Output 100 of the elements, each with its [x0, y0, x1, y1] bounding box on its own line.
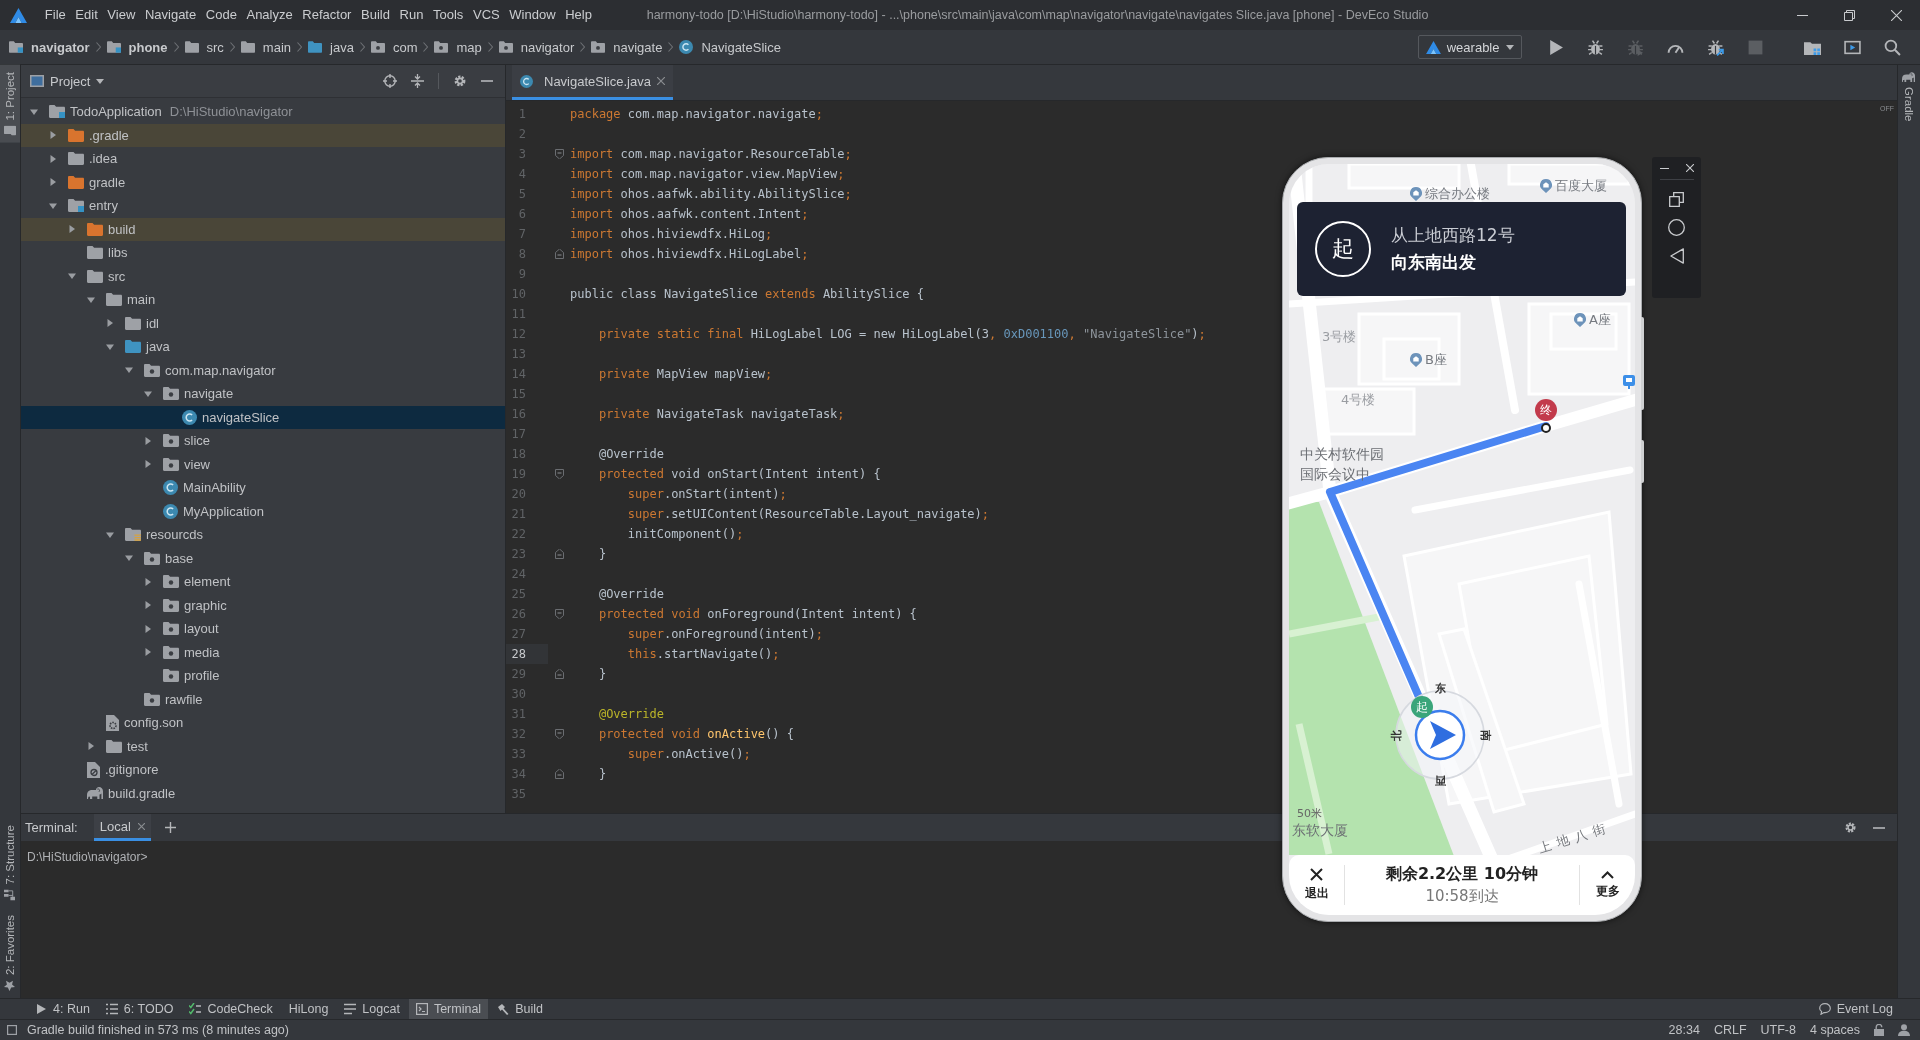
- menu-item[interactable]: Edit: [70, 5, 103, 25]
- fold-marker-icon[interactable]: [554, 549, 564, 559]
- caret-icon[interactable]: [87, 295, 95, 304]
- menu-item[interactable]: File: [40, 5, 71, 25]
- fold-marker-icon[interactable]: [554, 469, 564, 479]
- caret-icon[interactable]: [49, 178, 57, 187]
- caret-icon[interactable]: [144, 577, 152, 586]
- view-selector[interactable]: Project: [30, 73, 105, 89]
- caret-icon[interactable]: [49, 201, 57, 210]
- more-button[interactable]: 更多: [1580, 870, 1635, 900]
- tree-item[interactable]: build: [21, 217, 505, 241]
- square-icon[interactable]: [7, 1025, 17, 1035]
- caret-icon[interactable]: [125, 366, 133, 375]
- exit-button[interactable]: 退出: [1289, 868, 1344, 902]
- terminal-tab[interactable]: Local: [93, 814, 151, 841]
- lock-icon[interactable]: [1874, 1024, 1884, 1036]
- caret-icon[interactable]: [144, 389, 152, 398]
- tree-item[interactable]: com.map.navigator: [21, 358, 505, 382]
- breadcrumb-item[interactable]: NavigateSlice: [679, 39, 781, 55]
- search-icon[interactable]: [1883, 38, 1901, 56]
- settings-icon[interactable]: [453, 74, 467, 88]
- caret-icon[interactable]: [30, 107, 38, 116]
- caret-icon[interactable]: [68, 225, 76, 234]
- fold-marker-icon[interactable]: [554, 249, 564, 259]
- fold-marker-icon[interactable]: [554, 729, 564, 739]
- person-icon[interactable]: [1898, 1024, 1910, 1036]
- caret-icon[interactable]: [144, 460, 152, 469]
- tree-item[interactable]: gradle: [21, 170, 505, 194]
- menu-item[interactable]: Window: [504, 5, 561, 25]
- menu-item[interactable]: VCS: [468, 5, 505, 25]
- overlapping-squares-icon[interactable]: [1669, 192, 1684, 207]
- caret-icon[interactable]: [49, 154, 57, 163]
- caret-icon[interactable]: [144, 436, 152, 445]
- breadcrumb-item[interactable]: main: [240, 39, 292, 55]
- caret-icon[interactable]: [106, 342, 114, 351]
- tool-window-button[interactable]: CodeCheck: [182, 999, 280, 1019]
- breadcrumb-item[interactable]: phone: [106, 39, 168, 55]
- tree-item[interactable]: config.son: [21, 711, 505, 735]
- triangle-icon[interactable]: [1669, 248, 1684, 264]
- breadcrumb-item[interactable]: com: [370, 39, 418, 55]
- caret-icon[interactable]: [87, 742, 95, 751]
- tree-item[interactable]: MainAbility: [21, 476, 505, 500]
- tree-item[interactable]: TodoApplication D:\HiStudio\navigator: [21, 100, 505, 124]
- minimize-icon[interactable]: [1659, 167, 1669, 169]
- tree-item[interactable]: .gitignore: [21, 758, 505, 782]
- plus-icon[interactable]: [164, 822, 176, 833]
- tool-window-button[interactable]: 6: TODO: [98, 999, 181, 1019]
- menu-item[interactable]: Build: [356, 5, 395, 25]
- breadcrumb-item[interactable]: src: [184, 39, 224, 55]
- tool-window-button[interactable]: 4: Run: [28, 999, 97, 1019]
- restore-icon[interactable]: [1844, 9, 1855, 21]
- tool-window-tab[interactable]: Gradle: [1898, 65, 1919, 129]
- menu-item[interactable]: Analyze: [241, 5, 298, 25]
- breadcrumb-item[interactable]: map: [434, 39, 482, 55]
- crosshair-icon[interactable]: [383, 74, 397, 88]
- tree-item[interactable]: java: [21, 335, 505, 359]
- menu-item[interactable]: Help: [560, 5, 597, 25]
- tree-item[interactable]: slice: [21, 429, 505, 453]
- fold-marker-icon[interactable]: [554, 769, 564, 779]
- fold-marker-icon[interactable]: [554, 669, 564, 679]
- fold-marker-icon[interactable]: [554, 609, 564, 619]
- tree-item[interactable]: profile: [21, 664, 505, 688]
- breadcrumb-item[interactable]: navigator: [9, 39, 90, 55]
- caret-icon[interactable]: [125, 554, 133, 563]
- breadcrumb-item[interactable]: java: [308, 39, 354, 55]
- tree-item[interactable]: build.gradle: [21, 781, 505, 805]
- close-icon[interactable]: [1685, 164, 1694, 172]
- tree-item[interactable]: view: [21, 452, 505, 476]
- tool-window-button[interactable]: Terminal: [408, 999, 489, 1019]
- breadcrumb-item[interactable]: navigator: [498, 39, 575, 55]
- run-configuration-dropdown[interactable]: wearable: [1417, 35, 1522, 59]
- minimize-icon[interactable]: [1873, 826, 1885, 829]
- tree-item[interactable]: layout: [21, 617, 505, 641]
- circle-icon[interactable]: [1668, 219, 1685, 236]
- caret-position[interactable]: 28:34: [1668, 1023, 1700, 1037]
- collapse-icon[interactable]: [411, 74, 424, 88]
- tree-item[interactable]: navigate: [21, 382, 505, 406]
- editor-tab[interactable]: NavigateSlice.java: [512, 65, 673, 100]
- tree-item[interactable]: .gradle: [21, 123, 505, 147]
- tree-item[interactable]: media: [21, 640, 505, 664]
- settings-icon[interactable]: [1844, 821, 1857, 834]
- line-separator[interactable]: CRLF: [1713, 1023, 1747, 1037]
- tree-item[interactable]: libs: [21, 241, 505, 265]
- caret-icon[interactable]: [144, 648, 152, 657]
- tree-item[interactable]: MyApplication: [21, 499, 505, 523]
- indent-setting[interactable]: 4 spaces: [1809, 1023, 1860, 1037]
- tree-item[interactable]: .idea: [21, 147, 505, 171]
- screen-play-icon[interactable]: [1843, 38, 1861, 56]
- tool-window-tab[interactable]: 7: Structure: [0, 818, 20, 908]
- tree-item[interactable]: main: [21, 288, 505, 312]
- tool-window-button[interactable]: Logcat: [337, 999, 407, 1019]
- close-icon[interactable]: [1891, 9, 1902, 21]
- tool-window-tab[interactable]: 1: Project: [0, 65, 20, 143]
- caret-icon[interactable]: [49, 131, 57, 140]
- menu-item[interactable]: Refactor: [297, 5, 357, 25]
- tree-item[interactable]: graphic: [21, 593, 505, 617]
- caret-icon[interactable]: [106, 530, 114, 539]
- caret-icon[interactable]: [68, 272, 76, 281]
- menu-item[interactable]: Run: [394, 5, 429, 25]
- menu-item[interactable]: View: [102, 5, 141, 25]
